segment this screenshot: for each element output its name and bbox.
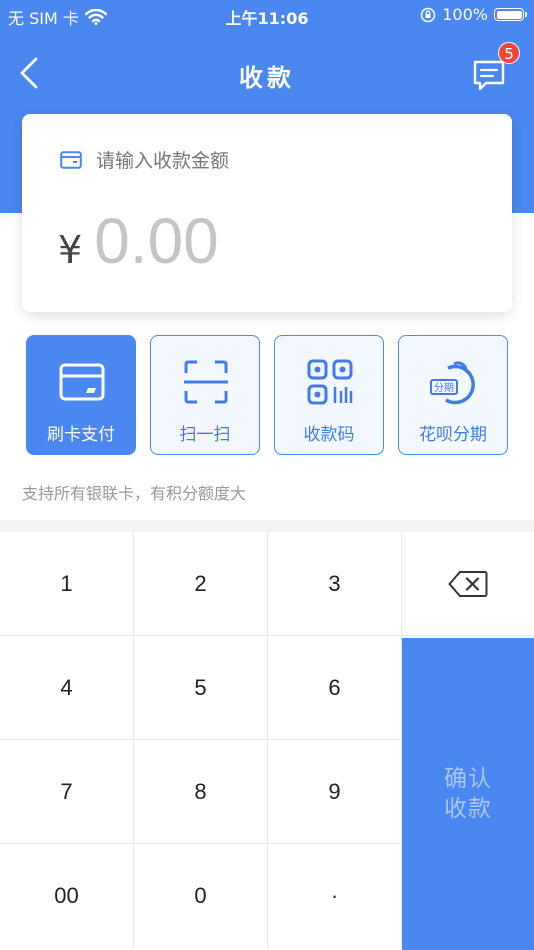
divider xyxy=(0,520,534,532)
key-4[interactable]: 4 xyxy=(0,636,134,740)
huabei-icon: 分期 xyxy=(430,361,475,405)
method-label: 收款码 xyxy=(303,425,355,445)
method-label: 扫一扫 xyxy=(179,425,231,445)
wallet-icon xyxy=(60,150,82,169)
key-8[interactable]: 8 xyxy=(134,740,268,844)
backspace-icon xyxy=(448,570,488,597)
message-badge: 5 xyxy=(498,42,520,64)
key-backspace[interactable] xyxy=(402,532,534,636)
support-note: 支持所有银联卡，有积分额度大 xyxy=(22,484,247,503)
page-title: 收款 xyxy=(239,64,295,92)
method-card-payment[interactable]: 刷卡支付 xyxy=(26,335,136,455)
confirm-button[interactable]: 确认收款 xyxy=(402,638,534,950)
method-huabei[interactable]: 分期 花呗分期 xyxy=(398,335,508,455)
key-5[interactable]: 5 xyxy=(134,636,268,740)
key-2[interactable]: 2 xyxy=(134,532,268,636)
payment-methods: 刷卡支付 扫一扫 收款码 分期 花呗分期 xyxy=(26,335,510,455)
battery-icon xyxy=(494,8,527,21)
amount-input[interactable]: ¥ 0.00 xyxy=(58,204,219,278)
method-label: 花呗分期 xyxy=(419,425,487,445)
message-icon[interactable] xyxy=(472,58,506,92)
keypad: 1 2 3 4 5 6 7 8 9 00 0 · 确认收款 xyxy=(0,532,534,950)
nav-bar: 收款 xyxy=(0,30,534,114)
amount-value: 0.00 xyxy=(94,205,219,277)
rotation-lock-icon xyxy=(420,7,436,22)
key-9[interactable]: 9 xyxy=(268,740,402,844)
currency-symbol: ¥ xyxy=(58,228,83,272)
battery-percent: 100% xyxy=(442,5,488,24)
method-label: 刷卡支付 xyxy=(47,425,115,445)
key-dot[interactable]: · xyxy=(268,844,402,948)
key-00[interactable]: 00 xyxy=(0,844,134,948)
qr-code-icon xyxy=(307,359,353,405)
method-scan[interactable]: 扫一扫 xyxy=(150,335,260,455)
key-3[interactable]: 3 xyxy=(268,532,402,636)
key-7[interactable]: 7 xyxy=(0,740,134,844)
method-qr-code[interactable]: 收款码 xyxy=(274,335,384,455)
confirm-label: 确认收款 xyxy=(444,766,492,822)
amount-hint: 请输入收款金额 xyxy=(96,150,230,172)
key-0[interactable]: 0 xyxy=(134,844,268,948)
amount-card: 请输入收款金额 ¥ 0.00 xyxy=(22,114,512,312)
status-bar: 无 SIM 卡 上午11:06 100% xyxy=(0,0,534,30)
key-1[interactable]: 1 xyxy=(0,532,134,636)
scan-icon xyxy=(184,360,228,404)
card-icon xyxy=(59,363,105,401)
key-6[interactable]: 6 xyxy=(268,636,402,740)
huabei-icon-text: 分期 xyxy=(434,382,454,394)
